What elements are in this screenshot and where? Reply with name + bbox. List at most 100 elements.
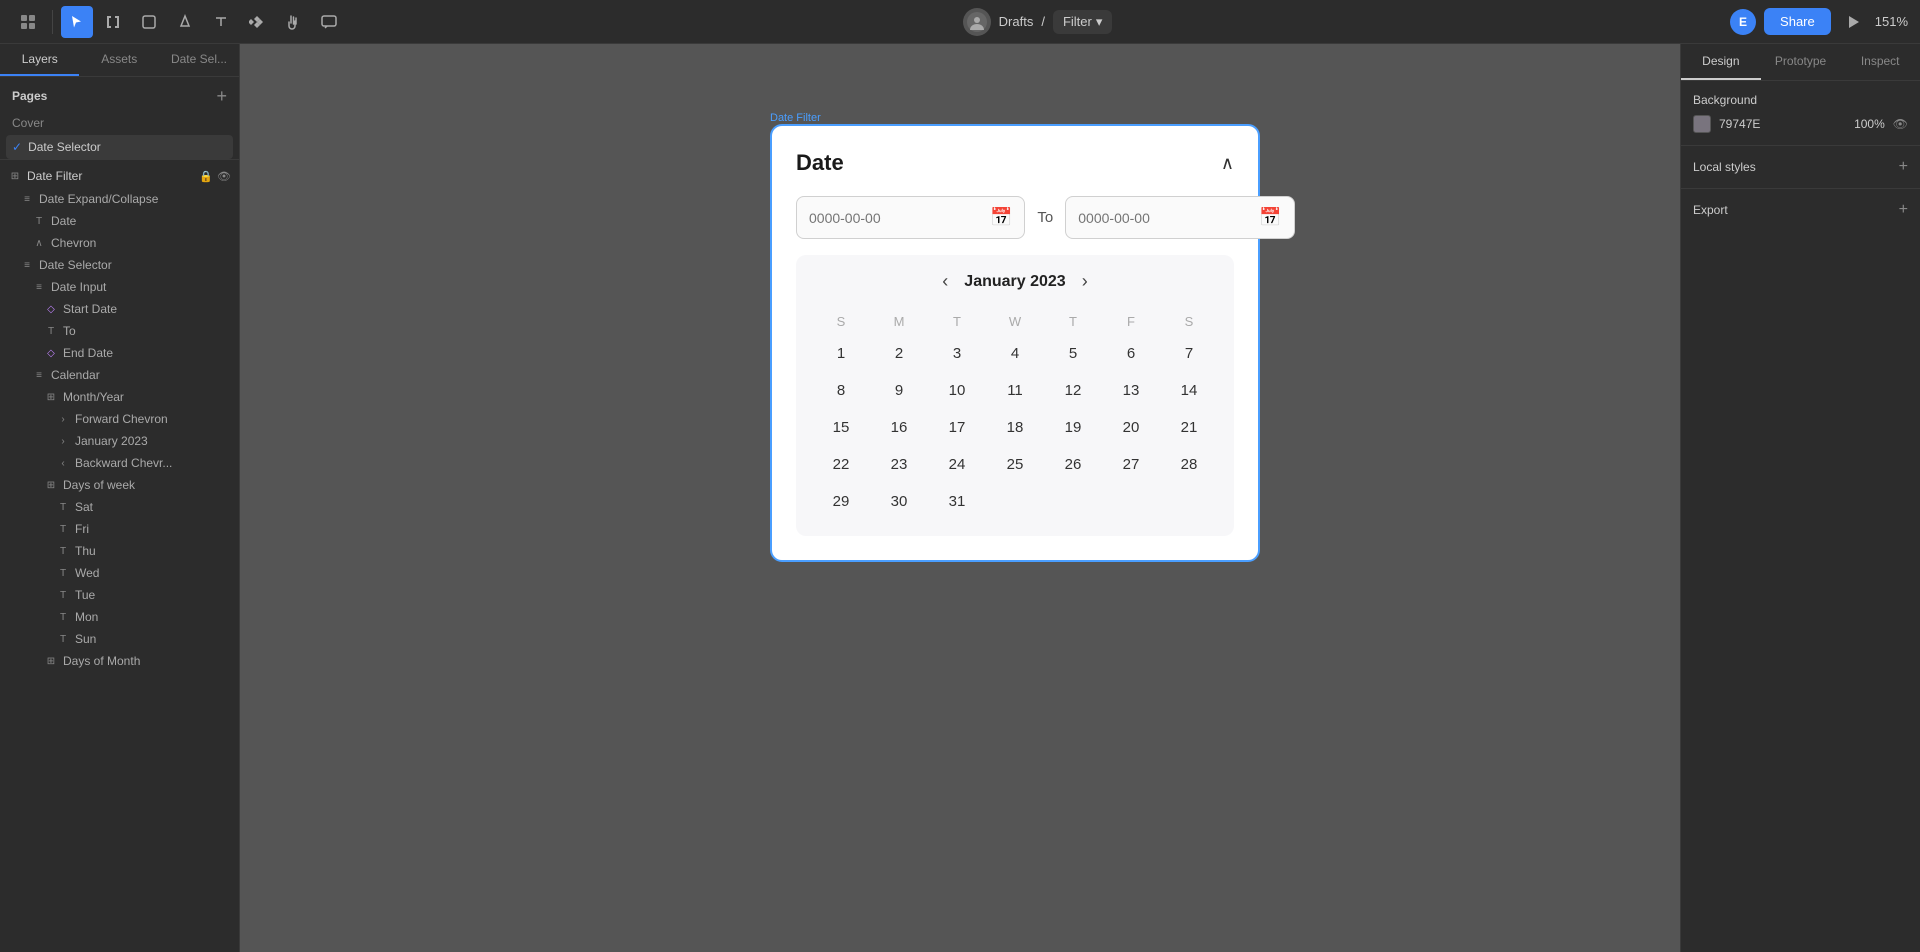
layer-forward-chevron[interactable]: › Forward Chevron xyxy=(0,408,239,430)
cal-day-5[interactable]: 5 xyxy=(1044,335,1102,372)
background-swatch[interactable] xyxy=(1693,115,1711,133)
layer-backward-chevron[interactable]: ‹ Backward Chevr... xyxy=(0,452,239,474)
tab-inspect[interactable]: Inspect xyxy=(1840,44,1920,80)
cal-day-30[interactable]: 30 xyxy=(870,483,928,520)
cal-day-27[interactable]: 27 xyxy=(1102,446,1160,483)
cal-day-8[interactable]: 8 xyxy=(812,372,870,409)
cal-day-21[interactable]: 21 xyxy=(1160,409,1218,446)
cal-day-25[interactable]: 25 xyxy=(986,446,1044,483)
cal-day-26[interactable]: 26 xyxy=(1044,446,1102,483)
layer-days-of-month[interactable]: ⊞ Days of Month xyxy=(0,650,239,672)
end-date-input[interactable] xyxy=(1078,210,1259,226)
user-avatar[interactable] xyxy=(963,8,991,36)
tab-prototype[interactable]: Prototype xyxy=(1761,44,1841,80)
layer-label: January 2023 xyxy=(75,434,148,448)
comment-tool[interactable] xyxy=(313,6,345,38)
background-visibility-toggle[interactable]: 👁 xyxy=(1893,117,1908,131)
cal-day-19[interactable]: 19 xyxy=(1044,409,1102,446)
export-add-button[interactable]: + xyxy=(1899,201,1908,219)
cal-day-11[interactable]: 11 xyxy=(986,372,1044,409)
prev-month-button[interactable]: ‹ xyxy=(942,271,948,292)
layer-chevron[interactable]: ∧ Chevron xyxy=(0,232,239,254)
end-date-calendar-icon[interactable]: 📅 xyxy=(1259,207,1281,228)
tab-date-sel[interactable]: Date Sel... xyxy=(159,44,239,76)
cal-day-18[interactable]: 18 xyxy=(986,409,1044,446)
tab-design[interactable]: Design xyxy=(1681,44,1761,80)
background-color-value[interactable]: 79747E xyxy=(1719,117,1837,131)
pen-tool[interactable] xyxy=(169,6,201,38)
cal-day-10[interactable]: 10 xyxy=(928,372,986,409)
cal-day-9[interactable]: 9 xyxy=(870,372,928,409)
eye-icon[interactable]: 👁 xyxy=(217,170,231,183)
cal-day-6[interactable]: 6 xyxy=(1102,335,1160,372)
layer-to[interactable]: T To xyxy=(0,320,239,342)
start-date-input[interactable] xyxy=(809,210,990,226)
background-opacity[interactable]: 100% xyxy=(1845,117,1885,131)
cal-day-7[interactable]: 7 xyxy=(1160,335,1218,372)
frame-tool[interactable] xyxy=(97,6,129,38)
layer-date-expand[interactable]: ≡ Date Expand/Collapse xyxy=(0,188,239,210)
tab-layers[interactable]: Layers xyxy=(0,44,79,76)
share-button[interactable]: Share xyxy=(1764,8,1831,35)
page-item-date-selector[interactable]: ✓ Date Selector xyxy=(6,135,233,159)
layer-date-selector[interactable]: ≡ Date Selector xyxy=(0,254,239,276)
layer-days-of-week[interactable]: ⊞ Days of week xyxy=(0,474,239,496)
cal-day-31[interactable]: 31 xyxy=(928,483,986,520)
layer-mon[interactable]: T Mon xyxy=(0,606,239,628)
layer-thu[interactable]: T Thu xyxy=(0,540,239,562)
cal-day-16[interactable]: 16 xyxy=(870,409,928,446)
end-date-input-wrap[interactable]: 📅 xyxy=(1065,196,1294,239)
text-tool[interactable] xyxy=(205,6,237,38)
start-date-input-wrap[interactable]: 📅 xyxy=(796,196,1025,239)
layer-fri[interactable]: T Fri xyxy=(0,518,239,540)
canvas-component-label[interactable]: Date Filter xyxy=(770,112,821,124)
cal-day-24[interactable]: 24 xyxy=(928,446,986,483)
layer-date-filter[interactable]: ⊞ Date Filter 🔒 👁 xyxy=(0,164,239,188)
filter-dropdown[interactable]: Filter ▾ xyxy=(1053,10,1112,34)
page-item-cover[interactable]: Cover xyxy=(0,111,239,135)
play-button[interactable] xyxy=(1839,8,1867,36)
pages-add-button[interactable]: + xyxy=(216,87,227,105)
cal-day-22[interactable]: 22 xyxy=(812,446,870,483)
start-date-calendar-icon[interactable]: 📅 xyxy=(990,207,1012,228)
layer-date[interactable]: T Date xyxy=(0,210,239,232)
layer-sat[interactable]: T Sat xyxy=(0,496,239,518)
layer-calendar[interactable]: ≡ Calendar xyxy=(0,364,239,386)
toolbar-center: Drafts / Filter ▾ xyxy=(353,8,1722,36)
cal-day-20[interactable]: 20 xyxy=(1102,409,1160,446)
user-badge[interactable]: E xyxy=(1730,9,1756,35)
cal-day-15[interactable]: 15 xyxy=(812,409,870,446)
layer-label: Calendar xyxy=(51,368,100,382)
shape-tool[interactable] xyxy=(133,6,165,38)
cal-day-2[interactable]: 2 xyxy=(870,335,928,372)
lock-icon[interactable]: 🔒 xyxy=(199,170,213,183)
cal-day-29[interactable]: 29 xyxy=(812,483,870,520)
cal-day-1[interactable]: 1 xyxy=(812,335,870,372)
cal-day-3[interactable]: 3 xyxy=(928,335,986,372)
select-tool[interactable] xyxy=(61,6,93,38)
cal-day-17[interactable]: 17 xyxy=(928,409,986,446)
layer-january-2023[interactable]: › January 2023 xyxy=(0,430,239,452)
local-styles-add-button[interactable]: + xyxy=(1899,158,1908,176)
layer-date-input[interactable]: ≡ Date Input xyxy=(0,276,239,298)
home-icon[interactable] xyxy=(12,6,44,38)
layer-end-date[interactable]: ◇ End Date xyxy=(0,342,239,364)
cal-day-12[interactable]: 12 xyxy=(1044,372,1102,409)
cal-day-14[interactable]: 14 xyxy=(1160,372,1218,409)
cal-day-4[interactable]: 4 xyxy=(986,335,1044,372)
next-month-button[interactable]: › xyxy=(1082,271,1088,292)
layer-wed[interactable]: T Wed xyxy=(0,562,239,584)
cal-day-23[interactable]: 23 xyxy=(870,446,928,483)
cal-day-13[interactable]: 13 xyxy=(1102,372,1160,409)
tab-assets[interactable]: Assets xyxy=(79,44,158,76)
cal-day-28[interactable]: 28 xyxy=(1160,446,1218,483)
component-collapse-button[interactable]: ∧ xyxy=(1221,153,1234,174)
layer-sun[interactable]: T Sun xyxy=(0,628,239,650)
components-tool[interactable] xyxy=(241,6,273,38)
toolbar-tools xyxy=(12,6,345,38)
layer-month-year[interactable]: ⊞ Month/Year xyxy=(0,386,239,408)
hand-tool[interactable] xyxy=(277,6,309,38)
layer-start-date[interactable]: ◇ Start Date xyxy=(0,298,239,320)
layer-tue[interactable]: T Tue xyxy=(0,584,239,606)
local-styles-section: Local styles + xyxy=(1681,146,1920,189)
